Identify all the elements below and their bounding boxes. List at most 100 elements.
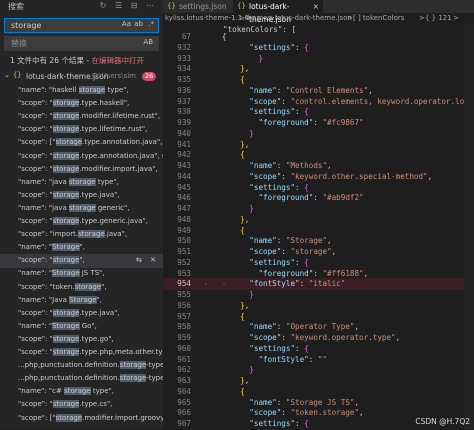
result-prefix: "scope": " — [18, 334, 53, 343]
code-token: : — [308, 354, 318, 364]
code-token: } — [258, 53, 264, 63]
search-result-row[interactable]: "scope": "token.storage", — [0, 281, 163, 295]
preserve-case-toggle[interactable]: AB — [142, 38, 154, 46]
replace-input[interactable] — [11, 37, 111, 50]
breadcrumb-item[interactable]: kyliss.lotus-theme-1.1.4 — [165, 14, 249, 22]
code-token: "foreground" — [258, 193, 314, 203]
result-prefix: "scope": [" — [18, 138, 56, 147]
minimap[interactable] — [464, 24, 474, 429]
search-result-row[interactable]: "scope": "storage.type.lifetime.rust", — [0, 123, 163, 137]
search-result-row[interactable]: "scope": "storage.type.java", — [0, 189, 163, 203]
json-file-icon: {} — [237, 2, 246, 10]
result-match: storage — [119, 374, 147, 383]
result-suffix: .type.java", — [79, 190, 120, 199]
breadcrumb-separator: > — [239, 14, 245, 22]
result-suffix: .type.java", — [79, 308, 120, 317]
search-result-row[interactable]: "name": "Java Storage", — [0, 294, 163, 308]
breadcrumb-item[interactable]: themes — [245, 14, 271, 22]
search-result-row[interactable]: "scope": "import.storage.java", — [0, 228, 163, 242]
search-result-row[interactable]: "scope": "storage.modifier.import.java", — [0, 163, 163, 177]
code-token: } — [249, 290, 254, 299]
code-token: { — [304, 42, 309, 52]
replace-input-box[interactable]: AB — [4, 36, 159, 51]
result-prefix: "scope": " — [18, 125, 53, 134]
close-icon[interactable]: × — [313, 0, 319, 13]
code-token: "name" — [249, 161, 277, 170]
breadcrumb-item[interactable]: lotus-dark-theme.json — [275, 14, 352, 22]
search-result-row[interactable]: "scope": "storage.type.generic.java", — [0, 215, 163, 229]
search-result-row[interactable]: ...php,punctuation.definition.storage-ty… — [0, 359, 163, 373]
code-token: , — [327, 161, 332, 170]
match-case-toggle[interactable]: Aa — [121, 20, 132, 28]
search-result-text: "scope": "storage.type.haskell", — [18, 99, 129, 108]
breadcrumb-item[interactable]: [ ] tokenColors — [353, 14, 404, 22]
code-token: { — [304, 419, 309, 428]
breadcrumb-separator: > — [453, 14, 459, 22]
search-result-text: "scope": "storage.type.java", — [18, 308, 120, 317]
code-token: "#ab9df2" — [322, 193, 364, 203]
result-prefix: "scope": [" — [18, 413, 56, 422]
result-match: storage — [78, 230, 105, 239]
search-result-row[interactable]: "name": "c# storage type", — [0, 385, 163, 399]
code-token: "#fc9867" — [322, 118, 364, 127]
search-result-row[interactable]: "scope": "storage.type.java", — [0, 307, 163, 321]
code-token: , — [244, 376, 250, 385]
code-token: "Methods" — [285, 161, 328, 170]
search-result-text: "scope": ["storage.modifier.import.groov… — [18, 413, 163, 422]
search-result-row[interactable]: "name": "java storage type", — [0, 176, 163, 190]
search-result-row[interactable]: "scope": "storage.type.go", — [0, 333, 163, 347]
result-match: storage — [69, 203, 96, 212]
search-result-text: "scope": "storage", — [18, 256, 85, 265]
search-result-row[interactable]: "scope": ["storage.modifier.import.groov… — [0, 412, 163, 426]
result-file-row[interactable]: ⌄ {} lotus-dark-theme.json C:\Users\sim.… — [0, 70, 163, 84]
open-in-editor-link[interactable]: 在编辑器中打开 — [91, 56, 144, 65]
panel-actions[interactable]: ↻ ☰ ⊟ ⋯ — [100, 1, 157, 10]
result-match: storage — [52, 256, 80, 265]
code-token: "keyword.operator.type" — [290, 333, 396, 342]
search-result-row[interactable]: "scope": "storage.type.php,meta.other.ty… — [0, 346, 163, 360]
search-input[interactable] — [11, 19, 111, 32]
code-token: : — [295, 182, 305, 192]
result-prefix: "name": " — [18, 243, 53, 252]
code-token: "fontStyle" — [258, 354, 309, 364]
search-result-row[interactable]: "scope": "storage.type.haskell", — [0, 97, 163, 111]
search-result-row[interactable]: "scope": "storage.type.annotation.java",… — [0, 150, 163, 164]
search-input-box[interactable]: Aa ab .* — [4, 18, 159, 33]
code-token: "scope" — [249, 247, 282, 256]
search-result-row[interactable]: "name": "Storage", — [0, 241, 163, 255]
search-result-row[interactable]: "name": "Storage Go", — [0, 320, 163, 334]
search-result-row[interactable]: "name": "Storage JS TS", — [0, 267, 163, 281]
regex-toggle[interactable]: .* — [147, 20, 155, 28]
search-result-row[interactable]: "scope": "storage", ⇆ ✕ — [0, 254, 163, 269]
whole-word-toggle[interactable]: ab — [133, 20, 144, 28]
result-suffix: .type.cs", — [79, 400, 113, 409]
code-token: "Storage" — [285, 236, 328, 246]
result-prefix: "name": "java — [18, 203, 69, 212]
result-actions[interactable]: ⇆ ✕ — [136, 256, 159, 264]
search-result-row[interactable]: ...php,punctuation.definition.storage-ty… — [0, 372, 163, 386]
search-result-row[interactable]: "scope": "storage.type.cs", — [0, 398, 163, 412]
search-result-row[interactable]: "scope": ["storage.type.annotation.java"… — [0, 136, 163, 150]
tab-settings-json[interactable]: {} settings.json — [163, 0, 233, 13]
tab-lotus-dark-theme-json[interactable]: {} lotus-dark-theme.json × — [233, 0, 323, 24]
chevron-down-icon[interactable]: ⌄ — [4, 71, 10, 79]
breadcrumb-item[interactable]: { } 121 — [425, 14, 452, 22]
search-result-row[interactable]: "name": "java storage generic", — [0, 202, 163, 216]
result-match: Storage — [52, 269, 80, 278]
code-token: , — [244, 300, 250, 310]
search-result-row[interactable]: "scope": "storage.modifier.lifetime.rust… — [0, 110, 163, 124]
search-result-row[interactable]: "name": "haskell storage type", — [0, 84, 163, 98]
code-token: "settings" — [249, 257, 296, 267]
